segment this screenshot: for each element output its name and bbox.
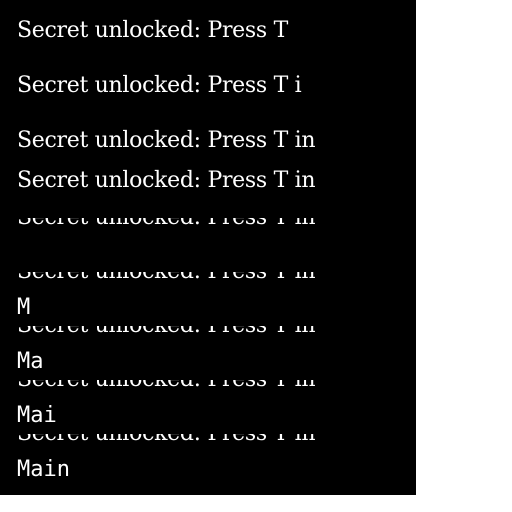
clipped-row: Secret unlocked: Press T in — [0, 218, 416, 230]
input-echo: Ma — [17, 349, 44, 374]
message-line: Secret unlocked: Press T i — [17, 73, 302, 98]
clipped-row: Secret unlocked: Press T in — [0, 326, 416, 338]
message-line-clipped: Secret unlocked: Press T in — [17, 434, 316, 446]
message-line-clipped: Secret unlocked: Press T in — [17, 380, 316, 392]
message-line-clipped: Secret unlocked: Press T in — [17, 272, 316, 284]
message-line: Secret unlocked: Press T — [17, 18, 288, 43]
message-line-clipped: Secret unlocked: Press T in — [17, 218, 316, 230]
clipped-row: Secret unlocked: Press T in — [0, 272, 416, 284]
message-line-clipped: Secret unlocked: Press T in — [17, 326, 316, 338]
input-echo: Mai — [17, 403, 57, 428]
message-line: Secret unlocked: Press T in — [17, 128, 316, 153]
clipped-row: Secret unlocked: Press T in — [0, 380, 416, 392]
terminal-frame: Secret unlocked: Press T Secret unlocked… — [0, 0, 416, 495]
input-echo: Main — [17, 457, 70, 482]
clipped-row: Secret unlocked: Press T in — [0, 434, 416, 446]
message-line: Secret unlocked: Press T in — [17, 168, 316, 193]
input-echo: M — [17, 295, 31, 320]
